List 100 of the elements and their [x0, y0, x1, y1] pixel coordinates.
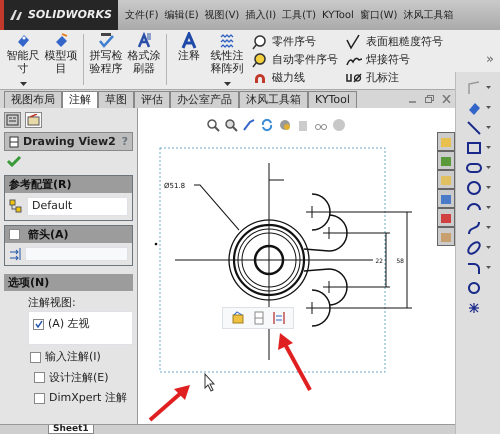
tab[interactable]: KYTool [308, 91, 357, 108]
checkbox[interactable] [9, 228, 20, 240]
autoballoon-icon [252, 52, 268, 68]
checkbox-label: 设计注解(E) [49, 370, 109, 386]
caret-icon[interactable] [486, 146, 490, 150]
ribbon-button[interactable]: 格式涂刷器 [125, 30, 163, 89]
ribbon-button[interactable]: 表面粗糙度符号 [344, 32, 445, 50]
checkbox-label: DimXpert 注解 [49, 390, 127, 406]
spline-icon[interactable] [466, 220, 482, 236]
balloon-icon [252, 34, 268, 50]
slot-icon[interactable] [466, 160, 482, 176]
tab[interactable]: 注解 [62, 91, 98, 108]
caret-icon [20, 82, 26, 87]
caret-icon[interactable] [486, 246, 490, 250]
list-item[interactable]: (A) 左视 [48, 316, 90, 332]
list-label: 注解视图: [28, 294, 77, 310]
ribbon-button[interactable]: 零件序号 [250, 32, 340, 50]
checkbox[interactable] [34, 372, 45, 384]
caret-icon[interactable] [486, 186, 490, 190]
tab[interactable]: 视图布局 [4, 91, 62, 108]
ribbon-button[interactable]: 焊接符号 [344, 50, 445, 68]
ribbon-button[interactable]: 智能尺寸 [4, 30, 42, 89]
panel-tab[interactable] [4, 112, 21, 128]
caret-icon[interactable] [486, 166, 490, 170]
task-pane-tab[interactable] [437, 151, 455, 170]
arrow-attach-icon [9, 246, 21, 260]
tab[interactable]: 办公室产品 [170, 91, 239, 108]
menu-item[interactable]: 编辑(E) [162, 8, 202, 22]
ribbon-button[interactable]: 线性注释阵列 [208, 30, 246, 89]
ok-icon[interactable] [6, 155, 22, 167]
caret-icon[interactable] [486, 126, 490, 130]
menu-item[interactable]: 插入(I) [242, 8, 280, 22]
ribbon-button[interactable]: 磁力线 [250, 68, 340, 86]
close-icon[interactable] [442, 95, 451, 103]
caret-icon[interactable] [486, 226, 490, 230]
panel-title: Drawing View2 [23, 134, 116, 150]
input-field[interactable] [25, 246, 128, 260]
ribbon-button[interactable]: 注释 [170, 30, 208, 89]
drawing-view-icon [9, 136, 19, 148]
logo-icon [8, 8, 24, 22]
caret-icon[interactable] [486, 206, 490, 210]
checkbox[interactable] [30, 352, 41, 363]
config-dropdown[interactable]: Default [27, 197, 128, 216]
menu-item[interactable]: 工具(T) [279, 8, 320, 22]
ribbon-button[interactable]: 孔标注 [344, 68, 445, 86]
ribbon-button[interactable]: 模型项目 [42, 30, 80, 89]
display-icon[interactable] [278, 118, 292, 132]
task-pane-tab[interactable] [437, 170, 455, 189]
checkbox[interactable] [33, 318, 44, 330]
sheet-tab[interactable]: Sheet1 [48, 425, 94, 434]
restore-icon[interactable] [425, 95, 434, 103]
brush-icon [135, 32, 153, 50]
menu-item[interactable]: 沐风工具箱 [400, 8, 456, 22]
zoom-icon[interactable] [206, 118, 220, 132]
ellipse-icon[interactable] [466, 240, 482, 256]
task-pane-tab[interactable] [437, 227, 455, 246]
polygon-icon[interactable] [466, 280, 482, 296]
panel-tab[interactable] [25, 112, 42, 128]
cursor-icon [204, 372, 216, 392]
caret-icon[interactable] [486, 86, 490, 90]
caret-icon [224, 82, 230, 87]
annotation-arrow [148, 385, 190, 422]
view-boundary[interactable] [160, 148, 386, 372]
configuration-icon [9, 199, 23, 214]
section-header[interactable]: 参考配置(R) [5, 176, 132, 193]
spell-icon [97, 32, 115, 50]
pattern-icon [218, 32, 236, 50]
zoom-area-icon[interactable] [224, 118, 238, 132]
dimension-line[interactable] [318, 212, 412, 308]
rectangle-icon[interactable] [466, 140, 482, 156]
caret-icon[interactable] [486, 106, 490, 110]
folder-icon[interactable] [231, 311, 245, 325]
rotate-icon[interactable] [260, 118, 274, 132]
tab[interactable]: 沐风工具箱 [239, 91, 308, 108]
line-icon[interactable] [466, 120, 482, 136]
checkbox-label: 输入注解(I) [45, 349, 101, 365]
caret-icon[interactable] [486, 266, 490, 270]
property-icon [27, 114, 40, 126]
leader-line [194, 184, 240, 230]
ribbon-button[interactable]: 自动零件序号 [250, 50, 340, 68]
view-icon[interactable] [253, 311, 265, 325]
align-icon[interactable] [273, 311, 285, 325]
task-pane-tab[interactable] [437, 189, 455, 208]
pan-icon[interactable] [242, 118, 256, 132]
tab[interactable]: 草图 [98, 91, 134, 108]
menu-item[interactable]: 窗口(W) [356, 8, 400, 22]
task-pane-tab[interactable] [437, 132, 455, 151]
logo-text: SOLIDWORKS [28, 6, 112, 23]
tab[interactable]: 评估 [134, 91, 170, 108]
checkbox[interactable] [34, 392, 45, 404]
fillet-icon[interactable] [466, 260, 482, 276]
circle-icon[interactable] [466, 180, 482, 196]
menu-item[interactable]: 文件(F) [122, 8, 162, 22]
ribbon-button[interactable]: 拼写检验程序 [87, 30, 125, 89]
annotation-arrow [278, 333, 312, 391]
section-header[interactable]: 选项(N) [4, 274, 133, 290]
menu-item[interactable]: KYTool [319, 8, 357, 22]
menu-item[interactable]: 视图(V) [202, 8, 242, 22]
more-button[interactable]: » [484, 50, 496, 68]
task-pane-tab[interactable] [437, 208, 455, 227]
